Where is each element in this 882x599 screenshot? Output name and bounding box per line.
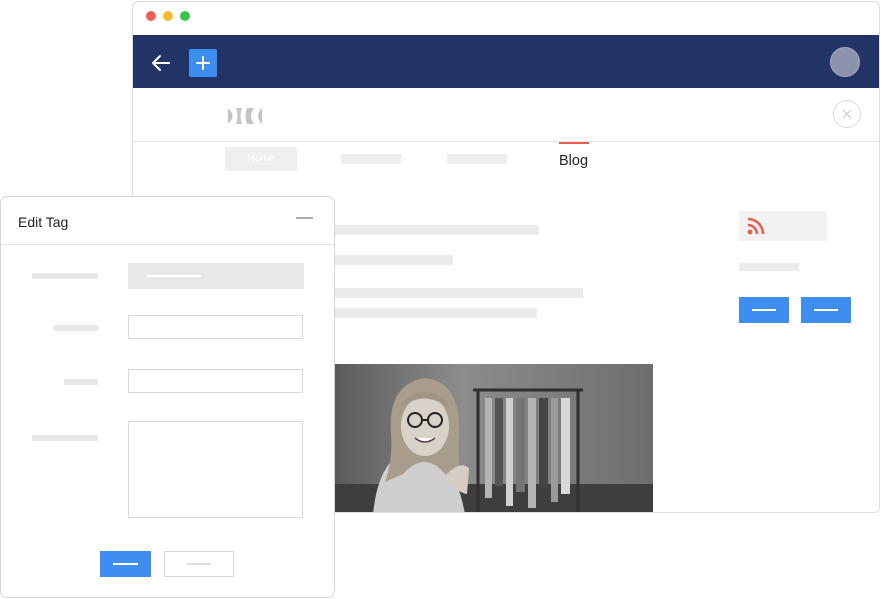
content-text-line [333,308,537,318]
field-label [32,273,98,279]
save-button[interactable] [100,551,151,577]
nav-item[interactable] [341,154,401,164]
tag-name-input[interactable] [128,263,304,289]
dialog-title: Edit Tag [18,214,69,230]
content-text-line [333,288,583,298]
field-label [32,435,98,441]
content-text-line [333,255,453,265]
rss-feed-box[interactable] [739,211,827,241]
site-nav: Home Blog [133,142,879,182]
brand-logo-icon [228,108,262,124]
minimize-icon[interactable] [296,217,313,219]
avatar[interactable] [830,47,860,77]
woman-photo [333,364,653,512]
sidebar-button[interactable] [801,297,851,323]
sidebar-button[interactable] [739,297,789,323]
nav-blog[interactable]: Blog [559,142,590,169]
content-text-line [333,225,539,235]
nav-home[interactable]: Home [225,147,297,171]
nav-item[interactable] [447,154,507,164]
close-icon[interactable] [833,100,861,128]
text-input[interactable] [128,369,303,393]
dialog-divider [1,244,334,245]
minimize-window-dot[interactable] [163,11,173,21]
plus-icon [196,56,210,70]
text-input[interactable] [128,315,303,339]
add-button[interactable] [189,49,217,77]
close-window-dot[interactable] [146,11,156,21]
rss-icon [747,217,765,235]
field-label [54,325,98,331]
cancel-button[interactable] [164,551,234,577]
field-label [64,379,98,385]
window-controls [146,11,190,21]
site-header [133,88,879,142]
description-textarea[interactable] [128,421,303,518]
arrow-left-icon[interactable] [149,51,173,75]
sidebar-text-line [739,263,799,271]
maximize-window-dot[interactable] [180,11,190,21]
edit-tag-dialog: Edit Tag [0,196,335,598]
app-toolbar [133,35,879,88]
